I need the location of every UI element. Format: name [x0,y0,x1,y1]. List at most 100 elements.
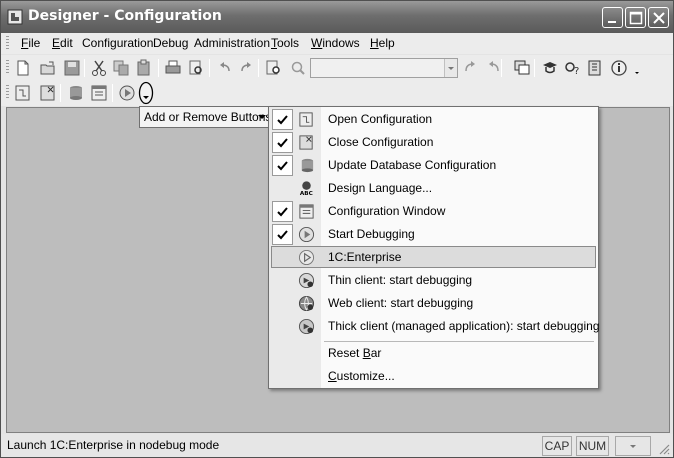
menu-item-configuration-window[interactable]: Configuration Window [269,200,598,223]
new-document-icon[interactable] [14,59,32,77]
print-icon[interactable] [164,59,182,77]
checkmark-icon [277,207,288,217]
num-lock-indicator: NUM [576,436,609,456]
undo-icon[interactable] [216,59,234,77]
menu-help[interactable]: Help [370,36,395,50]
info-icon[interactable] [610,59,628,77]
checkmark-icon [277,115,288,125]
syntax-assistant-icon[interactable] [541,59,559,77]
design-language-icon: ABC [300,181,313,197]
windows-cascade-icon[interactable] [513,59,531,77]
update-database-icon[interactable] [66,84,84,102]
search-combobox[interactable] [310,58,458,78]
checkmark-box [272,109,293,130]
add-remove-buttons-label: Add or Remove Buttons [144,110,272,124]
configuration-window-icon [299,204,314,219]
menu-item-update-database[interactable]: Update Database Configuration [269,154,598,177]
resize-grip-icon[interactable] [657,442,671,456]
menu-windows[interactable]: Windows [311,36,360,50]
close-configuration-icon [299,135,313,150]
checkmark-box [272,155,293,176]
toolbar-buttons-menu: Open Configuration Close Configuration U… [268,106,600,389]
start-debugging-icon [298,226,315,243]
menu-bar: File Edit Configuration Debug Administra… [1,33,673,54]
menu-item-reset-bar[interactable]: Reset Bar [269,342,598,365]
title-bar[interactable]: Designer - Configuration [1,1,673,33]
help-search-icon[interactable]: ? [563,59,581,77]
menu-item-start-debugging[interactable]: Start Debugging [269,223,598,246]
close-button[interactable] [648,7,669,28]
toolbar-separator [534,59,535,77]
configuration-toolbar [1,81,673,106]
menu-administration[interactable]: Administration [194,36,270,50]
start-debugging-icon[interactable] [118,84,136,102]
menu-tools[interactable]: Tools [271,36,299,50]
find-previous-icon[interactable] [484,59,502,77]
maximize-icon [629,11,643,25]
designer-window: Designer - Configuration File Edit Confi… [0,0,674,458]
open-configuration-icon[interactable] [14,84,32,102]
help-contents-icon[interactable] [586,59,604,77]
menu-file[interactable]: File [21,36,40,50]
menu-item-label: Reset Bar [328,346,382,360]
minimize-button[interactable] [602,7,623,28]
menu-item-label: Thick client (managed application): star… [328,319,600,333]
maximize-button[interactable] [625,7,646,28]
chevron-down-icon[interactable] [630,61,648,79]
copy-icon[interactable] [112,59,130,77]
thick-client-icon [298,318,315,335]
redo-icon[interactable] [237,59,255,77]
toolbar-separator [209,59,210,77]
menu-item-label: Configuration Window [328,204,446,218]
configuration-window-icon[interactable] [90,84,108,102]
window-title: Designer - Configuration [28,8,222,24]
toolbar-grip[interactable] [6,85,9,100]
enterprise-run-icon [298,249,315,266]
menu-item-design-language[interactable]: ABC Design Language... [269,177,598,200]
menu-configuration[interactable]: Configuration [82,36,153,50]
toolbar-grip[interactable] [6,60,9,75]
find-in-document-icon[interactable] [265,59,283,77]
toolbar-options-button[interactable] [138,81,154,105]
menu-item-thick-client[interactable]: Thick client (managed application): star… [269,315,600,338]
checkmark-box [272,224,293,245]
status-text: Launch 1C:Enterprise in nodebug mode [7,438,220,452]
open-folder-icon[interactable] [39,59,57,77]
menu-item-label: Start Debugging [328,227,415,241]
menu-item-label: 1C:Enterprise [328,250,402,264]
checkmark-icon [277,161,288,171]
svg-text:?: ? [574,66,579,77]
menu-item-thin-client[interactable]: Thin client: start debugging [269,269,598,292]
checkmark-box [272,132,293,153]
search-icon[interactable] [289,59,307,77]
cut-icon[interactable] [90,59,108,77]
menu-item-close-configuration[interactable]: Close Configuration [269,131,598,154]
thin-client-icon [298,272,315,289]
menu-debug[interactable]: Debug [153,36,188,50]
close-configuration-icon[interactable] [39,84,57,102]
find-next-icon[interactable] [462,59,480,77]
menu-item-label: Web client: start debugging [328,296,474,310]
open-configuration-icon [299,112,313,127]
save-icon[interactable] [63,59,81,77]
close-icon [653,12,665,24]
menu-item-web-client[interactable]: Web client: start debugging [269,292,598,315]
toolbar-separator [112,84,113,102]
toolbar-separator [158,59,159,77]
menubar-grip[interactable] [6,36,9,51]
status-bar: Launch 1C:Enterprise in nodebug mode CAP… [1,434,673,457]
status-dropdown[interactable] [615,436,651,456]
print-preview-icon[interactable] [187,59,205,77]
paste-icon[interactable] [135,59,153,77]
menu-item-customize[interactable]: Customize... [269,365,598,388]
menu-item-1c-enterprise[interactable]: 1C:Enterprise [269,246,598,269]
menu-item-highlight [271,246,596,268]
add-remove-buttons-item[interactable]: Add or Remove Buttons [139,106,272,128]
menu-item-label: Open Configuration [328,112,433,126]
menu-item-label: Design Language... [328,181,433,195]
update-database-icon [301,158,314,173]
combobox-dropdown-button[interactable] [444,59,457,77]
menu-item-label: Thin client: start debugging [328,273,473,287]
menu-item-open-configuration[interactable]: Open Configuration [269,108,598,131]
menu-edit[interactable]: Edit [52,36,73,50]
